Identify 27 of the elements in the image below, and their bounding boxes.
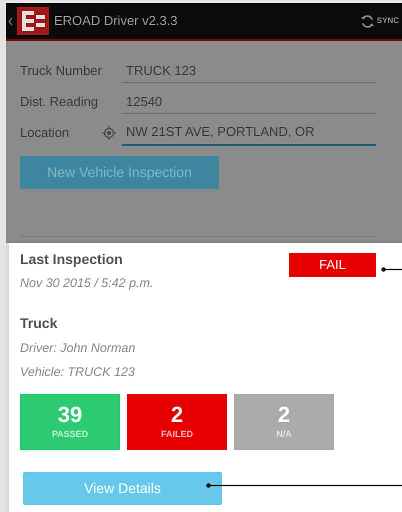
- stat-label: PASSED: [52, 428, 88, 441]
- field-label: Dist. Reading: [20, 92, 98, 111]
- stat-count: 2: [278, 403, 290, 428]
- field-label: Truck Number: [20, 62, 102, 80]
- sync-icon[interactable]: [360, 14, 375, 28]
- new-inspection-button[interactable]: New Vehicle Inspection: [20, 156, 219, 189]
- back-icon[interactable]: [8, 16, 13, 26]
- section-title: Last Inspection: [20, 250, 124, 269]
- input-field[interactable]: TRUCK 123: [122, 58, 376, 84]
- input-field[interactable]: NW 21ST AVE, PORTLAND, OR: [122, 119, 376, 146]
- location-target-icon[interactable]: [102, 126, 116, 140]
- field-label: Location: [20, 124, 70, 142]
- logo-icon: [17, 7, 49, 35]
- driver-name: Driver: John Norman: [20, 340, 136, 357]
- vehicle-name: Vehicle: TRUCK 123: [20, 364, 136, 380]
- sync-label[interactable]: SYNC: [376, 15, 399, 27]
- leader-line: [381, 267, 402, 272]
- app-title: EROAD Driver v2.3.3: [54, 12, 178, 30]
- view-details-button[interactable]: View Details: [23, 472, 222, 506]
- inspection-date: Nov 30 2015 / 5:42 p.m.: [20, 275, 154, 292]
- stat-label: N/A: [276, 428, 292, 441]
- result-badge: FAIL: [289, 253, 376, 277]
- section-title: Truck: [20, 314, 58, 333]
- input-field[interactable]: 12540: [122, 88, 376, 114]
- stat-label: FAILED: [160, 428, 193, 441]
- stat-count: 39: [58, 403, 82, 428]
- stat-count: 2: [170, 403, 184, 428]
